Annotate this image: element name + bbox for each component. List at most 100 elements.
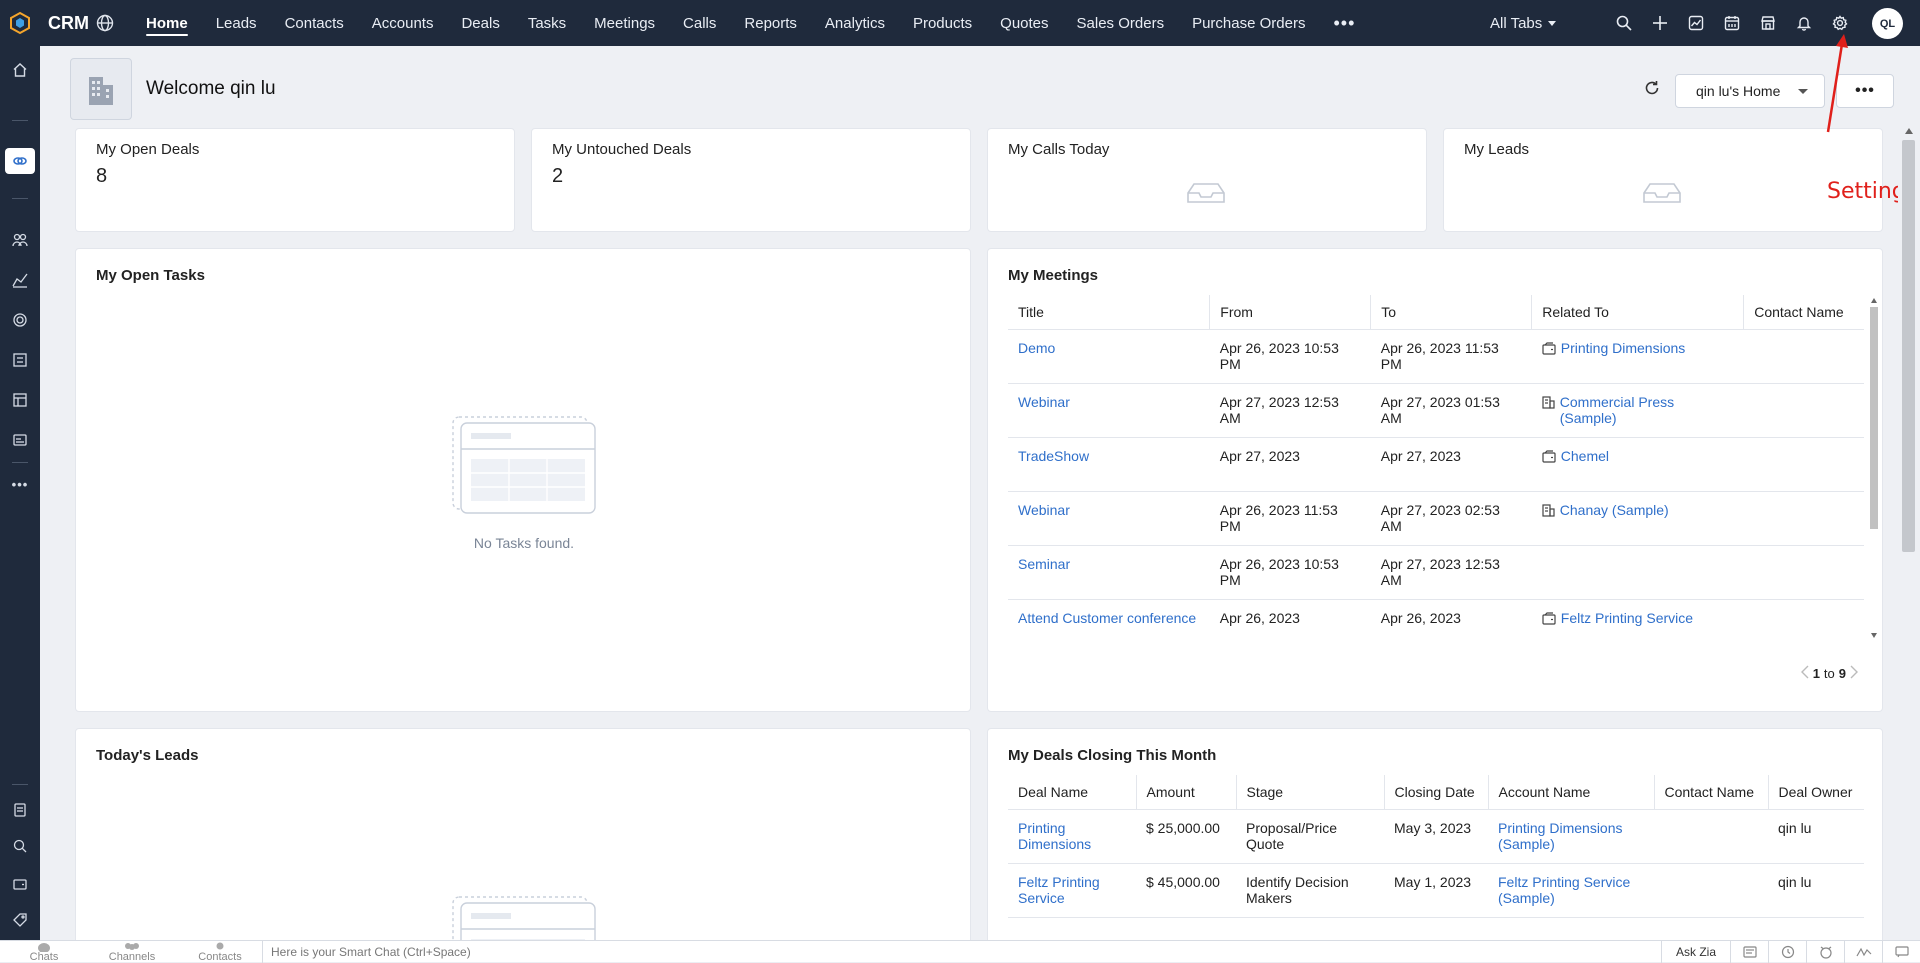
home-icon[interactable] [8,58,32,82]
meetings-scrollbar[interactable] [1868,295,1880,641]
calendar-icon[interactable] [1714,0,1750,46]
alarm-icon[interactable] [1806,941,1844,963]
meetings-table-wrapper: Title From To Related To Contact Name Demo Ap… [1008,295,1864,641]
notes-icon[interactable] [8,798,32,822]
deal-name-link[interactable]: Feltz Printing Service [1008,863,1136,918]
notes-icon[interactable] [1730,941,1768,963]
panel-title: My Deals Closing This Month [1008,747,1217,764]
table-row[interactable]: TradeShow Apr 27, 2023 Apr 27, 2023 Chemel [1008,437,1864,492]
deal-account-link[interactable]: Feltz Printing Service (Sample) [1488,863,1654,918]
smart-chat-input[interactable]: Here is your Smart Chat (Ctrl+Space) [262,941,471,963]
ask-zia-button[interactable]: Ask Zia [1660,941,1730,963]
meeting-title-link[interactable]: Webinar [1008,491,1210,546]
column-header[interactable]: Related To [1531,295,1745,330]
column-header[interactable]: Deal Owner [1768,775,1864,810]
avatar[interactable]: QL [1872,8,1903,39]
related-record-link[interactable]: Printing Dimensions [1561,340,1686,356]
activity-chart-icon[interactable] [1678,0,1714,46]
column-header[interactable]: Deal Name [1008,775,1137,810]
column-header[interactable]: From [1209,295,1372,330]
all-tabs-dropdown[interactable]: All Tabs [1490,0,1557,46]
canvas-icon[interactable] [8,348,32,372]
bottom-channels[interactable]: Channels [88,942,176,962]
table-row[interactable]: Attend Customer conference Apr 26, 2023 Ap… [1008,599,1864,641]
deal-icon [1542,449,1556,466]
crm-logo-icon[interactable] [0,0,40,46]
tab-contacts[interactable]: Contacts [271,0,358,46]
tag-icon[interactable] [8,908,32,932]
tab-calls[interactable]: Calls [669,0,730,46]
page-scrollbar[interactable] [1898,46,1920,940]
people-icon[interactable] [8,228,32,252]
more-icon[interactable]: ••• [8,472,32,496]
kpi-card-untouched-deals[interactable]: My Untouched Deals 2 [531,128,971,232]
chevron-left-icon[interactable] [1800,665,1809,682]
marketplace-icon[interactable] [1750,0,1786,46]
deal-name-link[interactable]: Printing Dimensions [1008,809,1136,864]
home-selector-dropdown[interactable]: qin lu's Home [1675,74,1825,108]
table-row[interactable]: Feltz Printing Service $ 45,000.00 Identif… [1008,863,1864,918]
bell-icon[interactable] [1786,0,1822,46]
column-header[interactable]: Contact Name [1654,775,1769,810]
tab-sales-orders[interactable]: Sales Orders [1063,0,1179,46]
tab-products[interactable]: Products [899,0,986,46]
related-record-link[interactable]: Feltz Printing Service [1561,610,1693,626]
kpi-card-open-deals[interactable]: My Open Deals 8 [75,128,515,232]
meeting-title-link[interactable]: TradeShow [1008,437,1210,492]
tab-home[interactable]: Home [132,0,202,46]
crm-modules-icon[interactable] [5,148,35,174]
tab-reports[interactable]: Reports [730,0,811,46]
column-header[interactable]: Contact Name [1743,295,1864,330]
tab-accounts[interactable]: Accounts [358,0,448,46]
column-header[interactable]: Stage [1236,775,1385,810]
tab-tasks[interactable]: Tasks [514,0,580,46]
deal-account-link[interactable]: Printing Dimensions (Sample) [1488,809,1654,864]
bottom-contacts[interactable]: Contacts [176,942,264,962]
related-record-link[interactable]: Commercial Press (Sample) [1560,394,1734,426]
globe-icon[interactable] [94,12,116,34]
kpi-card-calls-today[interactable]: My Calls Today [987,128,1427,232]
panel-title: My Open Tasks [96,267,205,284]
meeting-title-link[interactable]: Demo [1008,329,1210,384]
table-row[interactable]: Seminar Apr 26, 2023 10:53 PM Apr 27, 2023… [1008,545,1864,600]
tab-purchase-orders[interactable]: Purchase Orders [1178,0,1319,46]
form-icon[interactable] [8,428,32,452]
analytics-icon[interactable] [8,268,32,292]
tab-deals[interactable]: Deals [447,0,513,46]
wallet-icon[interactable] [8,872,32,896]
tab-analytics[interactable]: Analytics [811,0,899,46]
related-record-link[interactable]: Chanay (Sample) [1560,502,1669,518]
brand-name[interactable]: CRM [48,13,89,34]
tab-meetings[interactable]: Meetings [580,0,669,46]
plus-icon[interactable] [1642,0,1678,46]
column-header[interactable]: Amount [1136,775,1237,810]
more-tabs-button[interactable]: ••• [1319,0,1369,46]
search-icon[interactable] [1606,0,1642,46]
column-header[interactable]: Closing Date [1384,775,1489,810]
table-row[interactable]: Printing Dimensions $ 25,000.00 Proposal/P… [1008,809,1864,864]
meeting-from: Apr 26, 2023 10:53 PM [1209,329,1371,384]
column-header[interactable]: Title [1008,295,1211,330]
chevron-right-icon[interactable] [1850,665,1858,682]
feedback-icon[interactable] [1882,941,1920,963]
kpi-card-my-leads[interactable]: My Leads [1443,128,1883,232]
history-icon[interactable] [1768,941,1806,963]
table-icon[interactable] [8,388,32,412]
signature-icon[interactable] [1844,941,1882,963]
table-row[interactable]: Webinar Apr 27, 2023 12:53 AM Apr 27, 2023… [1008,383,1864,438]
page-title: Welcome qin lu [146,78,276,99]
meeting-title-link[interactable]: Attend Customer conference [1008,599,1210,641]
column-header[interactable]: To [1370,295,1533,330]
table-row[interactable]: Demo Apr 26, 2023 10:53 PM Apr 26, 2023 11… [1008,329,1864,384]
target-icon[interactable] [8,308,32,332]
meeting-title-link[interactable]: Seminar [1008,545,1210,600]
refresh-icon[interactable] [1640,76,1664,100]
bottom-chats[interactable]: Chats [0,942,88,962]
column-header[interactable]: Account Name [1488,775,1655,810]
tab-leads[interactable]: Leads [202,0,271,46]
tab-quotes[interactable]: Quotes [986,0,1062,46]
meeting-title-link[interactable]: Webinar [1008,383,1210,438]
related-record-link[interactable]: Chemel [1561,448,1609,464]
search-records-icon[interactable] [8,834,32,858]
table-row[interactable]: Webinar Apr 26, 2023 11:53 PM Apr 27, 2023… [1008,491,1864,546]
